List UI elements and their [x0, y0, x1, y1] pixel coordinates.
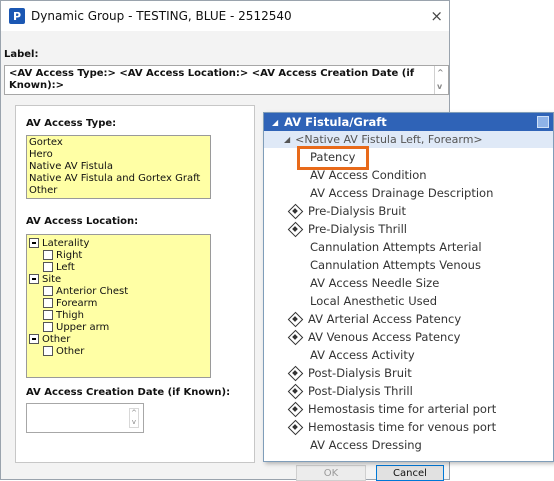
popup-item[interactable]: AV Access Needle Size — [264, 274, 553, 292]
diamond-icon — [288, 420, 302, 434]
access-type-list[interactable]: Gortex Hero Native AV Fistula Native AV … — [26, 135, 211, 199]
checkbox[interactable] — [43, 286, 53, 296]
diamond-icon — [288, 384, 302, 398]
tree-item-upper-arm[interactable]: Upper arm — [29, 321, 210, 333]
diamond-icon — [288, 222, 302, 236]
tree-item-other[interactable]: Other — [29, 345, 210, 357]
popup-item-label: Hemostasis time for arterial port — [308, 402, 497, 416]
popup-header[interactable]: ◢ AV Fistula/Graft — [264, 113, 553, 131]
access-location-tree[interactable]: Laterality Right Left Site Anterior Ches… — [26, 234, 211, 378]
popup-item[interactable]: Cannulation Attempts Venous — [264, 256, 553, 274]
popup-item[interactable]: Hemostasis time for venous port — [264, 418, 553, 436]
popup-item-list: Patency AV Access Condition AV Access Drai… — [264, 148, 553, 454]
popup-item-label: Hemostasis time for venous port — [308, 420, 497, 434]
expand-arrow-icon[interactable]: ◢ — [284, 135, 290, 144]
checkbox[interactable] — [43, 310, 53, 320]
popup-item-label: Cannulation Attempts Venous — [310, 258, 481, 272]
popup-item-label: Post-Dialysis Thrill — [308, 384, 413, 398]
access-type-title: AV Access Type: — [26, 118, 117, 129]
label-caption: Label: — [4, 49, 39, 60]
access-type-option[interactable]: Other — [27, 185, 210, 197]
checkbox[interactable] — [43, 262, 53, 272]
popup-item[interactable]: AV Access Drainage Description — [264, 184, 553, 202]
checkbox[interactable] — [43, 250, 53, 260]
popup-item-label: AV Venous Access Patency — [308, 330, 461, 344]
popup-item-label: Cannulation Attempts Arterial — [310, 240, 482, 254]
popup-item[interactable]: Pre-Dialysis Bruit — [264, 202, 553, 220]
collapse-icon[interactable] — [29, 238, 39, 248]
popup-item[interactable]: Post-Dialysis Bruit — [264, 364, 553, 382]
label-field[interactable]: <AV Access Type:> <AV Access Location:> … — [4, 65, 449, 95]
popup-item[interactable]: Hemostasis time for arterial port — [264, 400, 553, 418]
popup-item-label: Post-Dialysis Bruit — [308, 366, 412, 380]
creation-date-input[interactable]: ^ v — [26, 403, 144, 433]
date-spinner[interactable]: ^ v — [129, 408, 139, 428]
grid-icon[interactable] — [537, 116, 549, 128]
tree-group-other[interactable]: Other — [29, 333, 210, 345]
popup-item-label: AV Arterial Access Patency — [308, 312, 462, 326]
title-bar: P Dynamic Group - TESTING, BLUE - 251254… — [1, 1, 449, 31]
popup-item-label: AV Access Activity — [310, 348, 415, 362]
label-value: <AV Access Type:> <AV Access Location:> … — [9, 68, 415, 91]
spin-down-icon[interactable]: v — [130, 418, 138, 427]
collapse-icon[interactable] — [29, 274, 39, 284]
av-fistula-graft-popup: ◢ AV Fistula/Graft ◢ <Native AV Fistula … — [263, 112, 554, 462]
checkbox[interactable] — [43, 346, 53, 356]
popup-item-label: AV Access Needle Size — [310, 276, 440, 290]
scroll-down-icon[interactable]: v — [437, 81, 442, 93]
popup-header-label: AV Fistula/Graft — [284, 115, 387, 129]
tree-item-forearm[interactable]: Forearm — [29, 297, 210, 309]
access-type-option[interactable]: Native AV Fistula — [27, 161, 210, 173]
tree-group-laterality[interactable]: Laterality — [29, 237, 210, 249]
popup-item-label: Pre-Dialysis Thrill — [308, 222, 407, 236]
tree-item-left[interactable]: Left — [29, 261, 210, 273]
popup-item-label: AV Access Drainage Description — [310, 186, 494, 200]
popup-item-label: AV Access Condition — [310, 168, 427, 182]
tree-item-thigh[interactable]: Thigh — [29, 309, 210, 321]
tree-group-site[interactable]: Site — [29, 273, 210, 285]
popup-item-label: AV Access Dressing — [310, 438, 422, 452]
popup-item[interactable]: Post-Dialysis Thrill — [264, 382, 553, 400]
access-type-option[interactable]: Hero — [27, 149, 210, 161]
label-scrollbar[interactable]: ^ v — [434, 66, 448, 94]
diamond-icon — [288, 312, 302, 326]
window-title: Dynamic Group - TESTING, BLUE - 2512540 — [31, 9, 292, 23]
popup-item[interactable]: Patency — [264, 148, 553, 166]
popup-item[interactable]: AV Access Activity — [264, 346, 553, 364]
popup-item-label: Local Anesthetic Used — [310, 294, 438, 308]
popup-item-label: Patency — [310, 150, 356, 164]
popup-item[interactable]: AV Arterial Access Patency — [264, 310, 553, 328]
popup-item[interactable]: Pre-Dialysis Thrill — [264, 220, 553, 238]
ok-button[interactable]: OK — [296, 465, 366, 481]
popup-item-label: Pre-Dialysis Bruit — [308, 204, 406, 218]
expand-arrow-icon[interactable]: ◢ — [272, 118, 278, 127]
tree-item-right[interactable]: Right — [29, 249, 210, 261]
access-type-option[interactable]: Gortex — [27, 137, 210, 149]
details-panel: AV Access Type: Gortex Hero Native AV Fi… — [15, 105, 255, 463]
popup-item[interactable]: Local Anesthetic Used — [264, 292, 553, 310]
popup-item[interactable]: AV Access Dressing — [264, 436, 553, 454]
collapse-icon[interactable] — [29, 334, 39, 344]
diamond-icon — [288, 402, 302, 416]
access-location-title: AV Access Location: — [26, 216, 139, 227]
popup-subheader-label: <Native AV Fistula Left, Forearm> — [295, 133, 483, 146]
popup-item[interactable]: AV Venous Access Patency — [264, 328, 553, 346]
app-icon: P — [9, 8, 25, 24]
spin-up-icon[interactable]: ^ — [130, 409, 138, 418]
scroll-up-icon[interactable]: ^ — [437, 67, 444, 79]
diamond-icon — [288, 204, 302, 218]
popup-subheader[interactable]: ◢ <Native AV Fistula Left, Forearm> — [264, 131, 553, 148]
checkbox[interactable] — [43, 298, 53, 308]
close-icon[interactable]: × — [430, 7, 443, 25]
creation-date-title: AV Access Creation Date (if Known): — [26, 387, 231, 398]
diamond-icon — [288, 366, 302, 380]
checkbox[interactable] — [43, 322, 53, 332]
popup-item[interactable]: Cannulation Attempts Arterial — [264, 238, 553, 256]
tree-item-anterior-chest[interactable]: Anterior Chest — [29, 285, 210, 297]
diamond-icon — [288, 330, 302, 344]
popup-item[interactable]: AV Access Condition — [264, 166, 553, 184]
access-type-option[interactable]: Native AV Fistula and Gortex Graft — [27, 173, 210, 185]
cancel-button[interactable]: Cancel — [376, 465, 444, 481]
